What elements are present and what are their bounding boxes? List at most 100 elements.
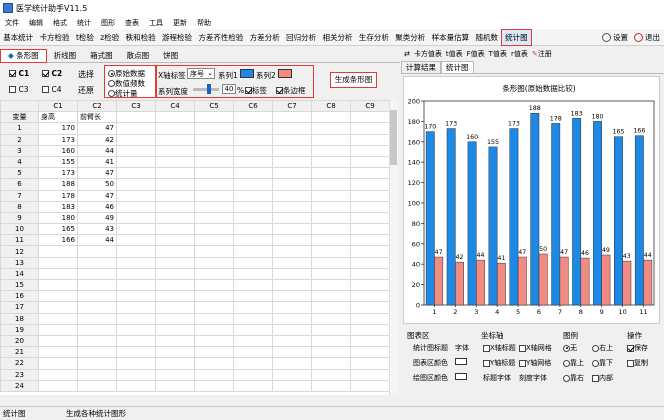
grid-cell[interactable]: [116, 301, 156, 314]
grid-cell[interactable]: [38, 290, 78, 303]
grid-cell[interactable]: [233, 245, 273, 258]
grid-cell[interactable]: [194, 278, 234, 292]
grid-cell[interactable]: [311, 346, 351, 359]
legend-top[interactable]: 靠上: [563, 358, 584, 368]
grid-cell[interactable]: [311, 323, 351, 336]
grid-cell[interactable]: [155, 111, 195, 124]
legend-none[interactable]: 无: [563, 343, 577, 353]
menu-graphics[interactable]: 图形: [96, 18, 120, 28]
grid-cell[interactable]: [155, 346, 195, 359]
grid-cell[interactable]: [272, 312, 312, 325]
grid-cell[interactable]: [350, 334, 390, 348]
row-header[interactable]: 12: [0, 245, 39, 258]
legend-top-right[interactable]: 右上: [592, 343, 613, 353]
grid-cell[interactable]: [311, 223, 351, 236]
row-header[interactable]: 9: [0, 211, 39, 225]
row-header[interactable]: 14: [0, 267, 39, 281]
grid-cell[interactable]: [272, 256, 312, 269]
grid-cell[interactable]: [194, 301, 234, 314]
grid-cell[interactable]: [194, 178, 234, 191]
row-header[interactable]: 13: [0, 256, 39, 269]
grid-cell[interactable]: [194, 357, 234, 370]
grid-cell[interactable]: 160: [38, 144, 78, 157]
grid-cell[interactable]: [272, 346, 312, 359]
grid-cell[interactable]: [272, 301, 312, 314]
grid-cell[interactable]: [311, 312, 351, 325]
column-header[interactable]: C1: [38, 100, 78, 113]
grid-cell[interactable]: [155, 211, 195, 225]
row-header[interactable]: 20: [0, 334, 39, 348]
grid-cell[interactable]: [272, 357, 312, 370]
grid-cell[interactable]: [194, 189, 234, 202]
grid-cell[interactable]: [116, 346, 156, 359]
grid-cell[interactable]: [155, 278, 195, 292]
scrollbar-thumb[interactable]: [390, 110, 397, 165]
grid-cell[interactable]: [77, 256, 117, 269]
grid-cell[interactable]: [116, 189, 156, 202]
grid-cell[interactable]: [116, 323, 156, 336]
grid-cell[interactable]: [77, 301, 117, 314]
grid-cell[interactable]: [77, 357, 117, 370]
grid-cell[interactable]: [233, 368, 273, 381]
tag-checkbox[interactable]: 标签: [245, 85, 267, 96]
grid-cell[interactable]: [38, 379, 78, 392]
grid-cell[interactable]: [77, 368, 117, 381]
tb-sample-size[interactable]: 样本量估算: [428, 30, 472, 45]
row-header[interactable]: 4: [0, 155, 39, 169]
row-header[interactable]: 2: [0, 133, 39, 146]
c2-checkbox[interactable]: C2: [42, 69, 62, 78]
grid-cell[interactable]: [155, 167, 195, 180]
grid-cell[interactable]: [38, 245, 78, 258]
grid-cell[interactable]: [272, 200, 312, 213]
grid-cell[interactable]: [194, 223, 234, 236]
grid-cell[interactable]: [116, 167, 156, 180]
grid-cell[interactable]: [116, 267, 156, 281]
column-header[interactable]: C4: [155, 100, 195, 113]
swap-icon[interactable]: ⇄: [404, 50, 410, 58]
column-header[interactable]: C2: [77, 100, 117, 113]
grid-cell[interactable]: 46: [77, 200, 117, 213]
grid-cell[interactable]: [350, 211, 390, 225]
grid-cell[interactable]: [38, 346, 78, 359]
grid-cell[interactable]: [116, 133, 156, 146]
column-header[interactable]: C3: [116, 100, 156, 113]
legend-right[interactable]: 靠右: [563, 373, 584, 383]
grid-cell[interactable]: [155, 334, 195, 348]
column-header[interactable]: C9: [350, 100, 390, 113]
grid-cell[interactable]: 183: [38, 200, 78, 213]
row-header[interactable]: 8: [0, 200, 39, 213]
grid-cell[interactable]: 身高: [38, 111, 78, 124]
menu-file[interactable]: 文件: [0, 18, 24, 28]
grid-cell[interactable]: [155, 290, 195, 303]
grid-cell[interactable]: [155, 323, 195, 336]
grid-cell[interactable]: [233, 290, 273, 303]
grid-cell[interactable]: [155, 189, 195, 202]
grid-cell[interactable]: [233, 223, 273, 236]
radio-statistic[interactable]: 统计量: [108, 88, 138, 99]
grid-cell[interactable]: [350, 133, 390, 146]
grid-cell[interactable]: [233, 334, 273, 348]
copy-checkbox[interactable]: 复制: [627, 358, 648, 368]
menu-tools[interactable]: 工具: [144, 18, 168, 28]
tb-regression[interactable]: 回归分析: [283, 30, 319, 45]
grid-cell[interactable]: [38, 323, 78, 336]
grid-cell[interactable]: [155, 357, 195, 370]
grid-cell[interactable]: [155, 178, 195, 191]
grid-cell[interactable]: [311, 234, 351, 247]
generate-bar-chart-button[interactable]: 生成条形图: [330, 72, 377, 88]
grid-cell[interactable]: [233, 312, 273, 325]
grid-cell[interactable]: 44: [77, 234, 117, 247]
grid-cell[interactable]: [311, 256, 351, 269]
grid-cell[interactable]: [272, 111, 312, 124]
x-label-select[interactable]: 序号 ⌄: [187, 68, 215, 79]
tb-runs-test[interactable]: 游程检验: [159, 30, 195, 45]
grid-cell[interactable]: [311, 379, 351, 392]
grid-cell[interactable]: [350, 111, 390, 124]
grid-cell[interactable]: [233, 379, 273, 392]
grid-cell[interactable]: [194, 155, 234, 169]
grid-cell[interactable]: [311, 122, 351, 135]
grid-cell[interactable]: [233, 189, 273, 202]
menu-edit[interactable]: 编辑: [24, 18, 48, 28]
grid-cell[interactable]: [350, 245, 390, 258]
row-header[interactable]: 变量: [0, 111, 39, 124]
